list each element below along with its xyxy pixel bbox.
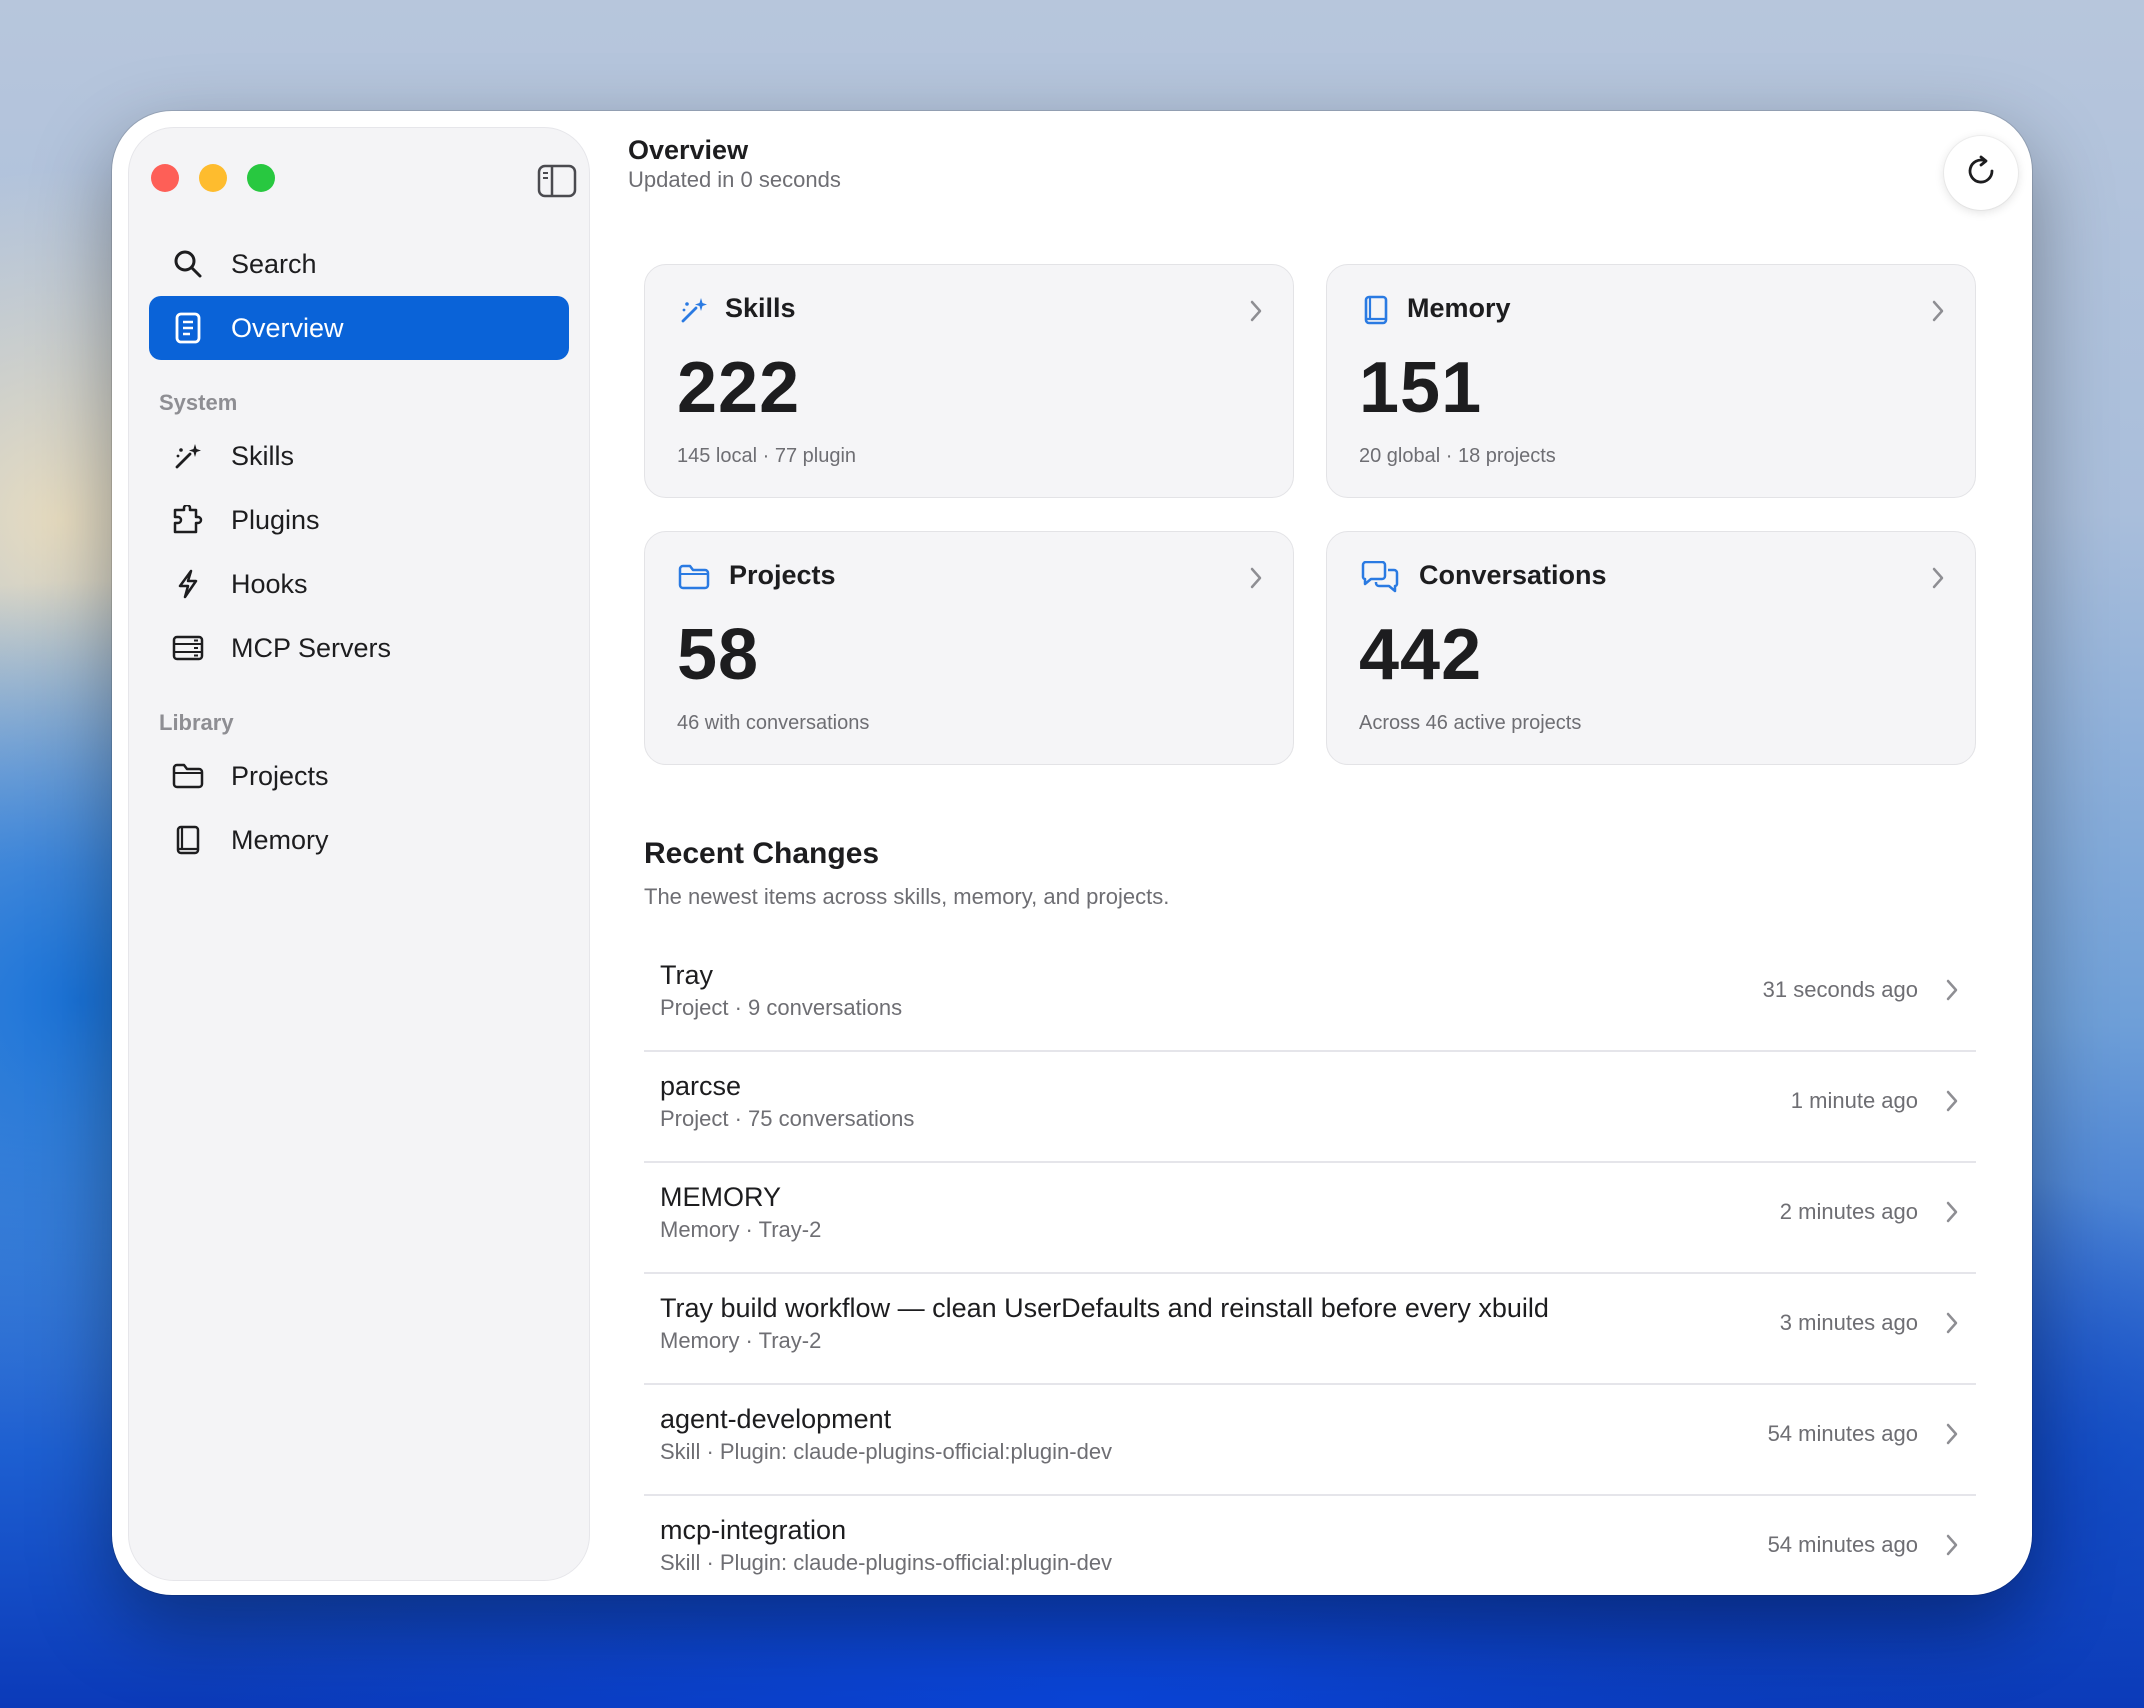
item-timestamp: 54 minutes ago	[1767, 1421, 1918, 1446]
list-item[interactable]: parcse Project · 75 conversations 1 minu…	[644, 1052, 1976, 1163]
item-timestamp: 54 minutes ago	[1767, 1532, 1918, 1557]
item-subtitle: Project · 75 conversations	[660, 1106, 915, 1131]
section-label-library: Library	[159, 710, 234, 735]
item-timestamp: 3 minutes ago	[1779, 1310, 1918, 1335]
sparkles-wand-icon	[171, 439, 205, 473]
sidebar-item-label: MCP Servers	[231, 632, 392, 663]
list-item[interactable]: MEMORY Memory · Tray-2 2 minutes ago	[644, 1163, 1976, 1274]
search-icon	[171, 247, 205, 281]
sparkles-wand-icon	[677, 293, 711, 327]
item-title: Tray build workflow — clean UserDefaults…	[660, 1293, 1549, 1323]
item-subtitle: Project · 9 conversations	[660, 995, 903, 1020]
card-title: Conversations	[1419, 560, 1607, 590]
sidebar-toggle-icon[interactable]	[537, 164, 577, 198]
item-timestamp: 1 minute ago	[1790, 1088, 1918, 1113]
close-window-button[interactable]	[151, 164, 179, 192]
bolt-icon	[171, 567, 205, 601]
card-title: Skills	[725, 293, 796, 323]
item-title: mcp-integration	[660, 1515, 847, 1545]
chevron-right-icon	[1247, 564, 1265, 592]
card-description: 145 local · 77 plugin	[677, 445, 857, 467]
document-icon	[171, 311, 205, 345]
zoom-window-button[interactable]	[247, 164, 275, 192]
sidebar-item-overview[interactable]: Overview	[149, 296, 569, 360]
sidebar-item-label: Skills	[231, 440, 295, 471]
book-icon	[1359, 293, 1393, 327]
item-timestamp: 31 seconds ago	[1762, 977, 1918, 1002]
chevron-right-icon	[1929, 297, 1947, 325]
server-icon	[171, 631, 205, 665]
sidebar-item-label: Plugins	[231, 504, 320, 535]
chevron-right-icon	[1944, 1088, 1960, 1114]
card-description: 46 with conversations	[677, 712, 870, 734]
card-skills[interactable]: Skills 222 145 local · 77 plugin	[644, 264, 1294, 498]
item-title: MEMORY	[660, 1182, 782, 1212]
page-title: Overview	[628, 135, 749, 165]
sidebar-item-projects[interactable]: Projects	[149, 744, 569, 808]
item-title: parcse	[660, 1071, 742, 1101]
chevron-right-icon	[1944, 1310, 1960, 1336]
refresh-icon	[1964, 154, 1998, 193]
card-value: 442	[1359, 615, 1483, 695]
sidebar: Search Overview System Skills Plugins Ho…	[128, 127, 590, 1581]
chevron-right-icon	[1944, 977, 1960, 1003]
folder-icon	[171, 759, 205, 793]
sidebar-item-label: Search	[231, 248, 317, 279]
sidebar-item-plugins[interactable]: Plugins	[149, 488, 569, 552]
list-item[interactable]: agent-development Skill · Plugin: claude…	[644, 1385, 1976, 1496]
card-value: 58	[677, 615, 760, 695]
sidebar-item-skills[interactable]: Skills	[149, 424, 569, 488]
recent-changes-list: Tray Project · 9 conversations 31 second…	[644, 941, 1976, 1595]
card-value: 222	[677, 348, 801, 428]
chat-bubbles-icon	[1359, 560, 1401, 594]
chevron-right-icon	[1944, 1532, 1960, 1558]
puzzle-icon	[171, 503, 205, 537]
sidebar-item-search[interactable]: Search	[149, 232, 569, 296]
updated-status: Updated in 0 seconds	[628, 167, 841, 192]
chevron-right-icon	[1944, 1421, 1960, 1447]
sidebar-item-label: Overview	[231, 312, 344, 343]
sidebar-item-label: Hooks	[231, 568, 308, 599]
sidebar-item-mcp-servers[interactable]: MCP Servers	[149, 616, 569, 680]
section-label-system: System	[159, 390, 238, 415]
app-window: Search Overview System Skills Plugins Ho…	[112, 111, 2032, 1595]
recent-changes-subtitle: The newest items across skills, memory, …	[644, 884, 1170, 909]
card-projects[interactable]: Projects 58 46 with conversations	[644, 531, 1294, 765]
list-item[interactable]: Tray Project · 9 conversations 31 second…	[644, 941, 1976, 1052]
list-item[interactable]: mcp-integration Skill · Plugin: claude-p…	[644, 1496, 1976, 1595]
chevron-right-icon	[1944, 1199, 1960, 1225]
item-subtitle: Skill · Plugin: claude-plugins-official:…	[660, 1439, 1113, 1464]
refresh-button[interactable]	[1944, 136, 2018, 210]
chevron-right-icon	[1247, 297, 1265, 325]
card-title: Projects	[729, 560, 836, 590]
card-description: 20 global · 18 projects	[1359, 445, 1556, 467]
list-item[interactable]: Tray build workflow — clean UserDefaults…	[644, 1274, 1976, 1385]
window-controls	[151, 164, 275, 192]
recent-changes-title: Recent Changes	[644, 837, 880, 870]
item-subtitle: Memory · Tray-2	[660, 1217, 822, 1242]
card-memory[interactable]: Memory 151 20 global · 18 projects	[1326, 264, 1976, 498]
item-title: agent-development	[660, 1404, 892, 1434]
item-title: Tray	[660, 960, 713, 990]
card-description: Across 46 active projects	[1359, 712, 1582, 734]
sidebar-item-hooks[interactable]: Hooks	[149, 552, 569, 616]
sidebar-item-memory[interactable]: Memory	[149, 808, 569, 872]
book-icon	[171, 823, 205, 857]
chevron-right-icon	[1929, 564, 1947, 592]
minimize-window-button[interactable]	[199, 164, 227, 192]
item-timestamp: 2 minutes ago	[1779, 1199, 1918, 1224]
item-subtitle: Skill · Plugin: claude-plugins-official:…	[660, 1550, 1113, 1575]
card-title: Memory	[1407, 293, 1511, 323]
card-value: 151	[1359, 348, 1483, 428]
sidebar-item-label: Memory	[231, 824, 329, 855]
sidebar-item-label: Projects	[231, 760, 329, 791]
card-conversations[interactable]: Conversations 442 Across 46 active proje…	[1326, 531, 1976, 765]
folder-icon	[677, 560, 711, 594]
item-subtitle: Memory · Tray-2	[660, 1328, 822, 1353]
